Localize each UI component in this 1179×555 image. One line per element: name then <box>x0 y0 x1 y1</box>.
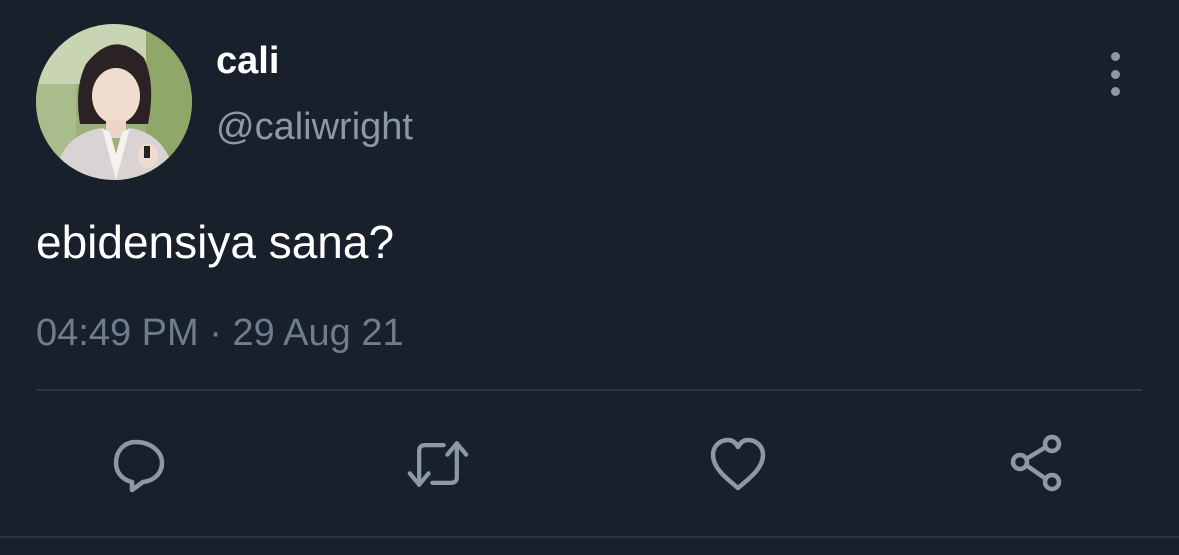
tweet-time: 04:49 PM <box>36 312 199 354</box>
meta-separator: · <box>209 312 222 354</box>
more-dot-icon <box>1110 87 1120 96</box>
tweet-timestamp[interactable]: 04:49 PM · 29 Aug 21 <box>36 310 404 356</box>
reply-button[interactable] <box>108 432 172 496</box>
retweet-button[interactable] <box>406 432 470 496</box>
more-options-button[interactable] <box>1096 52 1134 96</box>
avatar-image <box>36 24 192 180</box>
more-dot-icon <box>1110 69 1120 79</box>
divider <box>0 536 1179 538</box>
share-icon <box>1010 434 1062 492</box>
divider <box>36 389 1142 391</box>
like-button[interactable] <box>706 432 770 496</box>
heart-icon <box>710 437 766 491</box>
tweet-detail: cali @caliwright ebidensiya sana? 04:49 … <box>0 0 1179 555</box>
tweet-date: 29 Aug 21 <box>232 312 404 354</box>
reply-icon <box>113 439 165 493</box>
tweet-text: ebidensiya sana? <box>36 216 395 268</box>
avatar[interactable] <box>36 24 192 180</box>
user-handle[interactable]: @caliwright <box>216 104 413 150</box>
retweet-icon <box>407 441 469 487</box>
display-name[interactable]: cali <box>216 38 279 84</box>
share-button[interactable] <box>1006 432 1070 496</box>
more-dot-icon <box>1110 52 1120 61</box>
